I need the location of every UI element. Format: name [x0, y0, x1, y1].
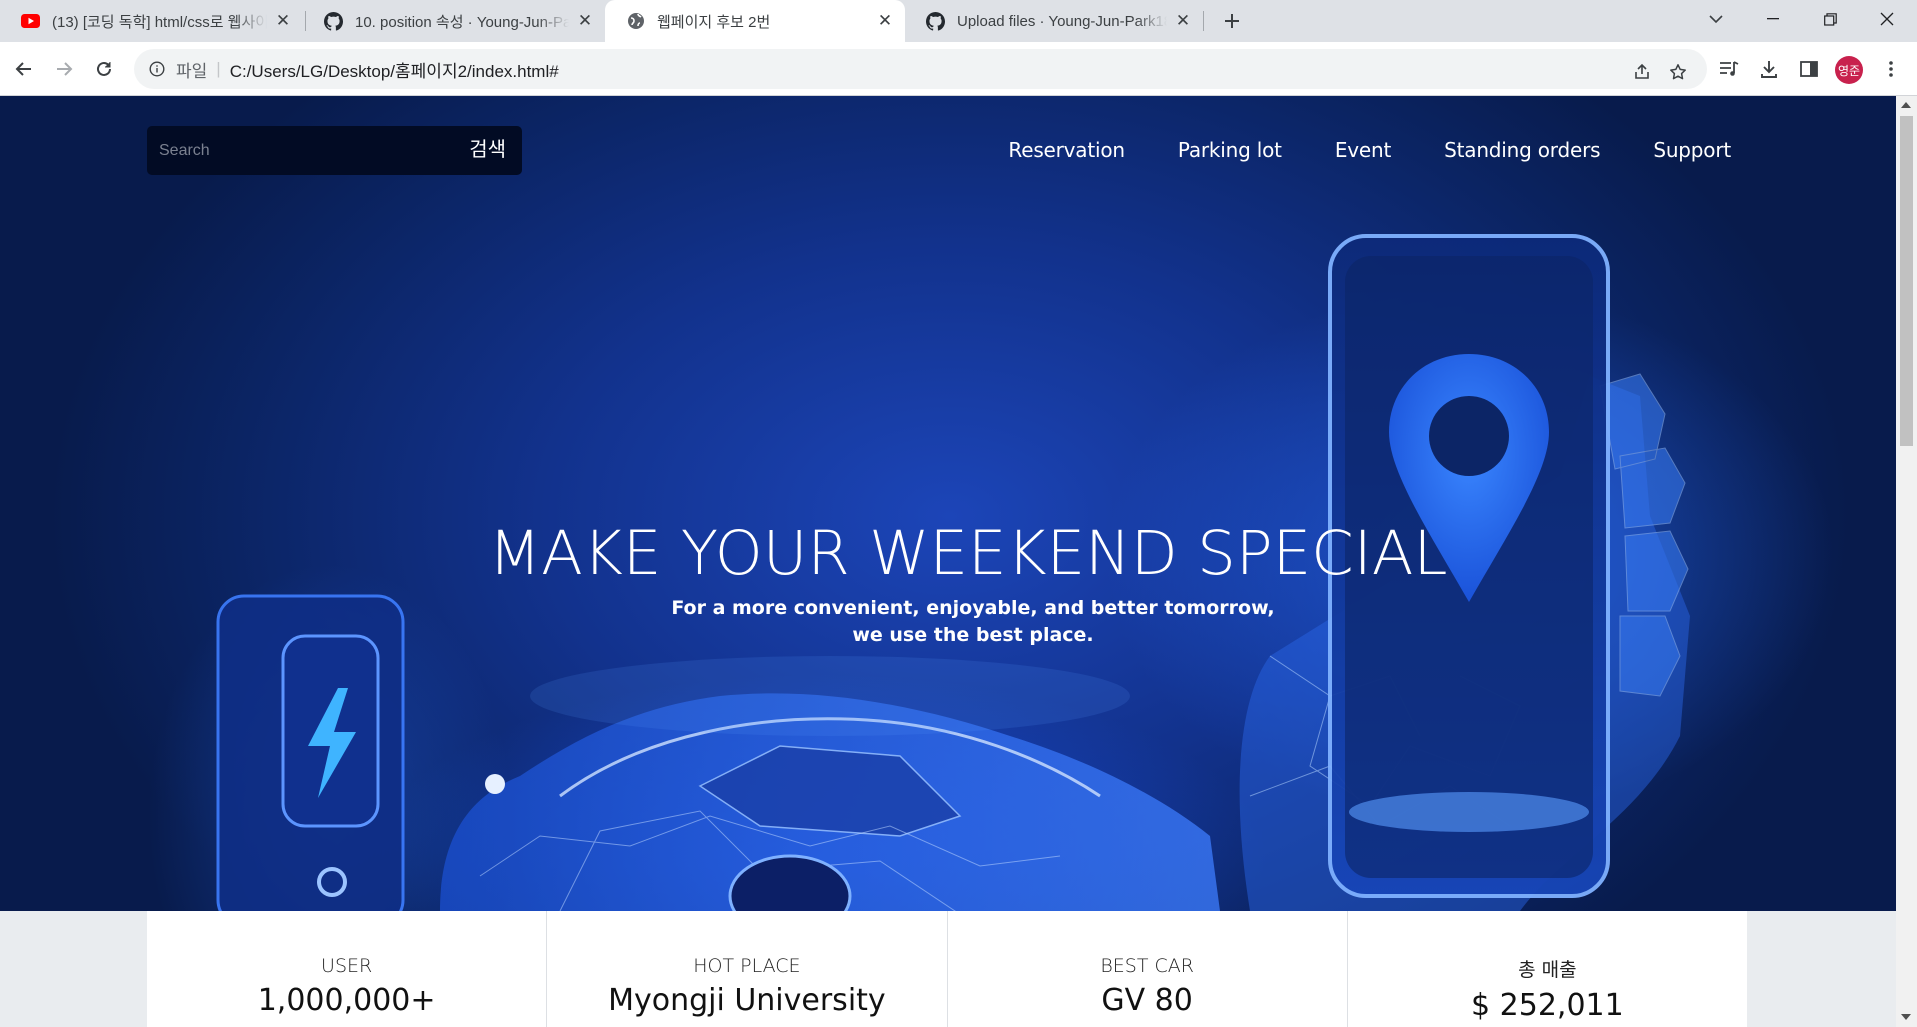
- hero-section: 검색 Reservation Parking lot Event Standin…: [0, 96, 1896, 911]
- scroll-up-arrow-icon[interactable]: [1901, 102, 1911, 108]
- youtube-icon: [21, 12, 40, 31]
- hero-illustration: [216, 234, 1690, 911]
- new-tab-button[interactable]: [1217, 6, 1247, 36]
- close-icon: [1880, 12, 1894, 26]
- restore-icon: [1823, 12, 1837, 26]
- tab-search-button[interactable]: [1688, 0, 1744, 38]
- minimize-button[interactable]: [1745, 0, 1801, 38]
- close-icon[interactable]: ✕: [875, 11, 895, 31]
- nav-parking-lot[interactable]: Parking lot: [1178, 138, 1282, 162]
- menu-kebab-icon[interactable]: [1876, 54, 1906, 84]
- search-input[interactable]: [159, 141, 460, 160]
- page-scrollbar[interactable]: [1896, 96, 1917, 1027]
- search-bar: 검색: [147, 126, 522, 175]
- close-icon[interactable]: ✕: [273, 11, 293, 31]
- hero-text: MAKE YOUR WEEKEND SPECIAL For a more con…: [0, 518, 1896, 649]
- close-window-button[interactable]: [1859, 0, 1915, 38]
- stat-label: 총 매출: [1518, 959, 1577, 981]
- back-button[interactable]: [9, 54, 39, 84]
- browser-toolbar: 파일 | C:/Users/LG/Desktop/홈페이지2/index.htm…: [0, 42, 1917, 96]
- plus-icon: [1225, 14, 1239, 28]
- profile-avatar[interactable]: 영준: [1835, 56, 1863, 84]
- hero-subtitle: For a more convenient, enjoyable, and be…: [50, 595, 1896, 649]
- reload-button[interactable]: [89, 54, 119, 84]
- page-viewport: 검색 Reservation Parking lot Event Standin…: [0, 96, 1896, 1027]
- reading-list-icon[interactable]: [1714, 54, 1744, 84]
- nav-reservation[interactable]: Reservation: [1008, 138, 1125, 162]
- hero-subtitle-line2: we use the best place.: [852, 624, 1094, 646]
- stat-label: HOT PLACE: [693, 955, 801, 977]
- scroll-down-arrow-icon[interactable]: [1901, 1014, 1911, 1020]
- tab-title: 웹페이지 후보 2번: [657, 13, 771, 31]
- tab-title: (13) [코딩 독학] html/css로 웹사이트: [52, 13, 267, 31]
- stat-hot-place: HOT PLACE Myongji University: [547, 911, 948, 1027]
- stats-bar: USER 1,000,000+ HOT PLACE Myongji Univer…: [147, 911, 1747, 1027]
- github-icon: [926, 11, 945, 31]
- stat-user: USER 1,000,000+: [147, 911, 548, 1027]
- download-icon[interactable]: [1754, 54, 1784, 84]
- divider: |: [216, 59, 221, 78]
- close-icon[interactable]: ✕: [1173, 11, 1193, 31]
- minimize-icon: [1767, 18, 1779, 20]
- top-navigation: Reservation Parking lot Event Standing o…: [1008, 138, 1731, 162]
- url-text: C:/Users/LG/Desktop/홈페이지2/index.html#: [229, 61, 559, 81]
- scheme-label: 파일: [176, 61, 208, 81]
- car-illustration: [440, 656, 1220, 911]
- share-icon[interactable]: [1629, 59, 1655, 85]
- arrow-left-icon: [15, 62, 31, 76]
- side-panel-icon[interactable]: [1794, 54, 1824, 84]
- stat-value: 1,000,000+: [257, 983, 436, 1018]
- tab-youtube[interactable]: (13) [코딩 독학] html/css로 웹사이트 ✕: [0, 0, 303, 42]
- forward-button[interactable]: [49, 54, 79, 84]
- globe-icon: [626, 12, 645, 31]
- tab-github-upload[interactable]: Upload files · Young-Jun-Park18 ✕: [905, 0, 1203, 42]
- tab-title: Upload files · Young-Jun-Park18: [957, 12, 1167, 30]
- close-icon[interactable]: ✕: [575, 11, 595, 31]
- chevron-down-icon: [1709, 14, 1723, 23]
- stat-label: USER: [321, 955, 373, 977]
- star-icon[interactable]: [1665, 59, 1691, 85]
- scrollbar-thumb[interactable]: [1900, 116, 1913, 446]
- hero-title: MAKE YOUR WEEKEND SPECIAL: [488, 518, 1448, 589]
- stat-value: GV 80: [1101, 983, 1193, 1018]
- search-button[interactable]: 검색: [459, 133, 522, 168]
- tab-title: 10. position 속성 · Young-Jun-Park: [355, 13, 569, 31]
- tab-strip: (13) [코딩 독학] html/css로 웹사이트 ✕ 10. positi…: [0, 0, 1917, 42]
- tab-active-webpage[interactable]: 웹페이지 후보 2번 ✕: [605, 0, 905, 42]
- stat-total-sales: 총 매출 $ 252,011: [1348, 911, 1747, 1027]
- github-icon: [324, 11, 343, 31]
- nav-event[interactable]: Event: [1335, 138, 1391, 162]
- stat-best-car: BEST CAR GV 80: [948, 911, 1348, 1027]
- hero-subtitle-line1: For a more convenient, enjoyable, and be…: [671, 597, 1275, 619]
- nav-support[interactable]: Support: [1653, 138, 1731, 162]
- info-icon[interactable]: [148, 60, 166, 78]
- nav-standing-orders[interactable]: Standing orders: [1444, 138, 1600, 162]
- reload-icon: [97, 61, 111, 76]
- stat-label: BEST CAR: [1100, 955, 1194, 977]
- stat-value: $ 252,011: [1471, 988, 1624, 1023]
- restore-button[interactable]: [1802, 0, 1858, 38]
- tab-divider: [1203, 11, 1204, 31]
- stat-value: Myongji University: [608, 983, 886, 1018]
- address-bar[interactable]: 파일 | C:/Users/LG/Desktop/홈페이지2/index.htm…: [134, 49, 1707, 89]
- tab-github-position[interactable]: 10. position 속성 · Young-Jun-Park ✕: [303, 0, 605, 42]
- arrow-right-icon: [57, 62, 73, 76]
